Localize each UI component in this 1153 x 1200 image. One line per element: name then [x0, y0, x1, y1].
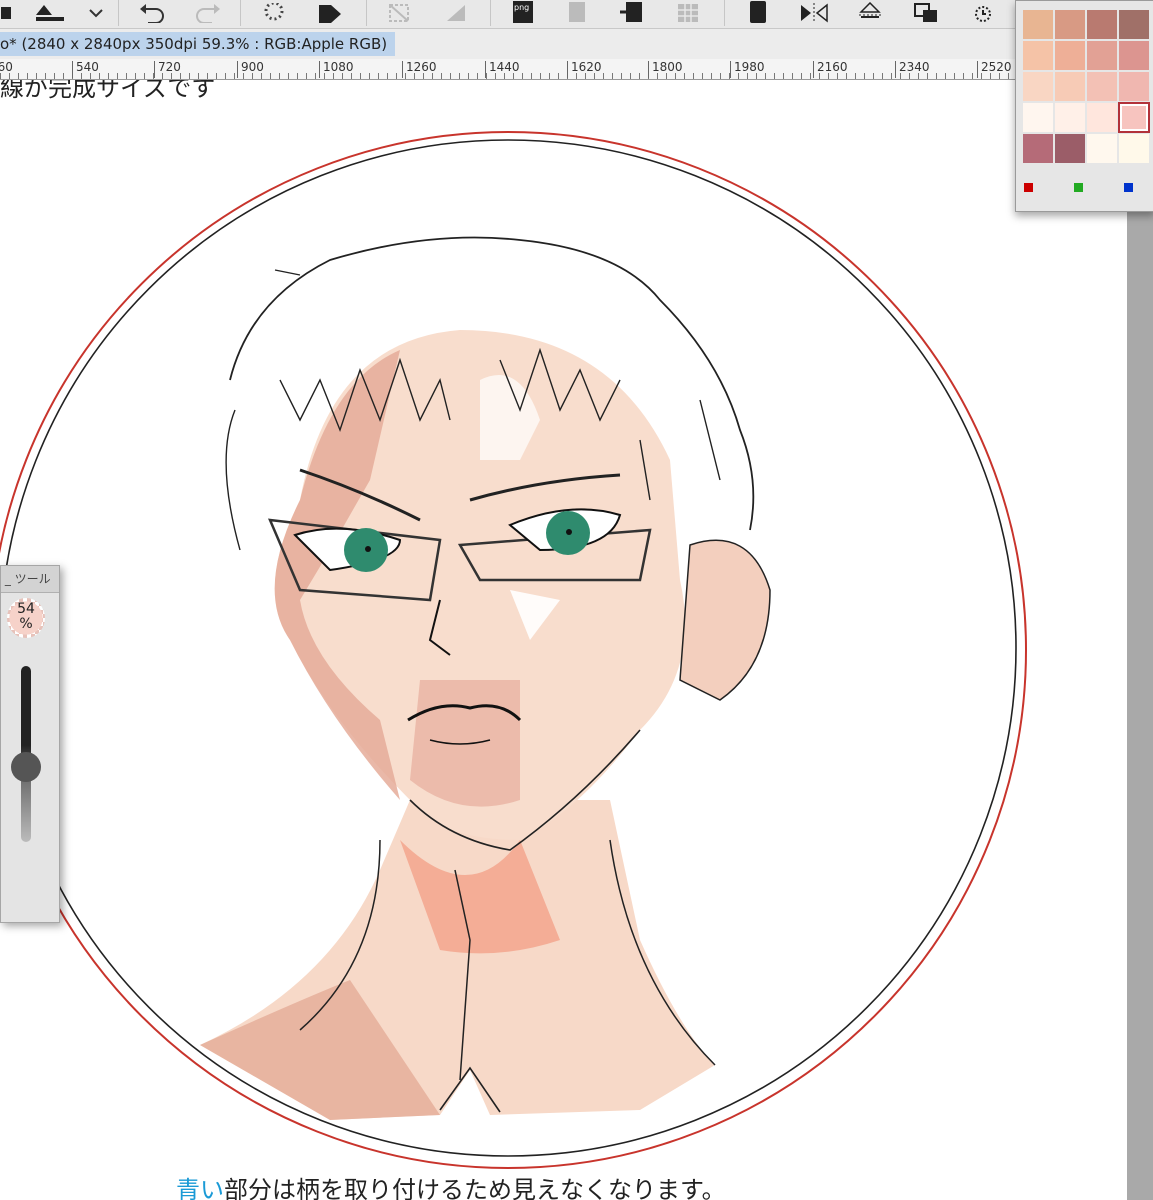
png-label: png — [514, 3, 529, 12]
green-channel-dot — [1074, 183, 1083, 192]
color-swatch[interactable] — [1054, 9, 1086, 40]
color-swatch[interactable] — [1086, 9, 1118, 40]
ruler-label: 1260 — [402, 61, 437, 78]
deselect-icon[interactable] — [380, 0, 420, 26]
color-swatch[interactable] — [1022, 71, 1054, 102]
undo-icon[interactable] — [132, 0, 172, 26]
export-document-icon[interactable] — [560, 0, 596, 26]
ear — [679, 539, 771, 701]
color-swatch[interactable] — [1086, 133, 1118, 164]
caption-rest: 部分は柄を取り付けるため見えなくなります。 — [224, 1176, 726, 1200]
main-toolbar: png — [0, 0, 1015, 29]
color-swatch[interactable] — [1022, 133, 1054, 164]
color-swatch[interactable] — [1054, 133, 1086, 164]
import-document-icon[interactable] — [614, 0, 650, 26]
tag-icon[interactable] — [310, 0, 350, 26]
ruler-label: 2160 — [813, 61, 848, 78]
right-pupil — [566, 529, 572, 535]
color-swatch[interactable] — [1118, 9, 1150, 40]
color-swatch[interactable] — [1118, 102, 1150, 133]
opacity-unit: % — [19, 616, 33, 632]
ruler-label: 360 — [0, 61, 13, 78]
left-pupil — [365, 546, 371, 552]
color-swatch[interactable] — [1086, 102, 1118, 133]
color-swatch[interactable] — [1054, 71, 1086, 102]
export-png-icon[interactable]: png — [506, 0, 542, 26]
ruler-label: 1440 — [485, 61, 520, 78]
canvas-artwork — [0, 131, 1027, 1169]
color-swatch[interactable] — [1118, 133, 1150, 164]
rgb-indicators — [1024, 183, 1144, 195]
opacity-indicator: 54 % — [7, 598, 45, 638]
grid-icon[interactable] — [670, 0, 706, 26]
color-set-palette — [1015, 0, 1153, 212]
color-swatch[interactable] — [1118, 71, 1150, 102]
tool-panel-header[interactable]: _ ツール — [1, 566, 59, 593]
panel-grip-icon: _ — [1, 572, 15, 586]
caption-highlight: 青い — [176, 1176, 224, 1200]
color-swatch[interactable] — [1086, 71, 1118, 102]
ruler-label: 540 — [72, 61, 99, 78]
red-channel-dot — [1024, 183, 1033, 192]
redo-icon[interactable] — [188, 0, 228, 26]
horizontal-ruler: 360 540 720 900 1080 1260 1440 1620 1800… — [0, 59, 1015, 80]
rotate-view-icon[interactable] — [962, 0, 1002, 26]
blue-channel-dot — [1124, 183, 1133, 192]
ruler-label: 900 — [237, 61, 264, 78]
tool-panel-title: ツール — [14, 572, 51, 586]
tool-property-panel: _ ツール 54 % — [0, 565, 60, 923]
ruler-label: 1620 — [567, 61, 602, 78]
ruler-label: 1080 — [319, 61, 354, 78]
document-tab-bar: o* (2840 x 2840px 350dpi 59.3% : RGB:App… — [0, 29, 1015, 59]
ruler-label: 2340 — [895, 61, 930, 78]
opacity-slider-knob[interactable] — [11, 751, 41, 782]
fill-layer-icon[interactable] — [32, 0, 72, 26]
document-title-tab[interactable]: o* (2840 x 2840px 350dpi 59.3% : RGB:App… — [0, 32, 396, 56]
drawing-canvas[interactable]: 線が完成サイズです 青い部分は柄を取り付けるため見えなくなります。 — [0, 80, 1127, 1200]
flip-vertical-icon[interactable] — [850, 0, 890, 26]
ruler-label: 720 — [154, 61, 181, 78]
color-swatch[interactable] — [1054, 40, 1086, 71]
color-swatch[interactable] — [1054, 102, 1086, 133]
caption-text: 青い部分は柄を取り付けるため見えなくなります。 — [176, 1170, 726, 1200]
size-note-text: 線が完成サイズです — [0, 80, 216, 102]
flip-horizontal-icon[interactable] — [794, 0, 834, 26]
ruler-label: 1800 — [648, 61, 683, 78]
opacity-value: 54 — [17, 601, 35, 617]
fill-layer-icon[interactable] — [0, 0, 20, 26]
ruler-label: 1980 — [730, 61, 765, 78]
color-swatch[interactable] — [1022, 102, 1054, 133]
color-swatch[interactable] — [1022, 9, 1054, 40]
transform-icon[interactable] — [906, 0, 946, 26]
color-swatch[interactable] — [1022, 40, 1054, 71]
vertical-scrollbar[interactable] — [1127, 205, 1153, 1200]
dropdown-chevron-icon[interactable] — [84, 0, 108, 26]
color-swatch[interactable] — [1086, 40, 1118, 71]
ruler-label: 2520 — [977, 61, 1012, 78]
device-icon[interactable] — [740, 0, 776, 26]
swatch-grid — [1022, 9, 1150, 164]
invert-selection-icon[interactable] — [436, 0, 476, 26]
color-swatch[interactable] — [1118, 40, 1150, 71]
loading-spinner-icon[interactable] — [254, 0, 294, 26]
